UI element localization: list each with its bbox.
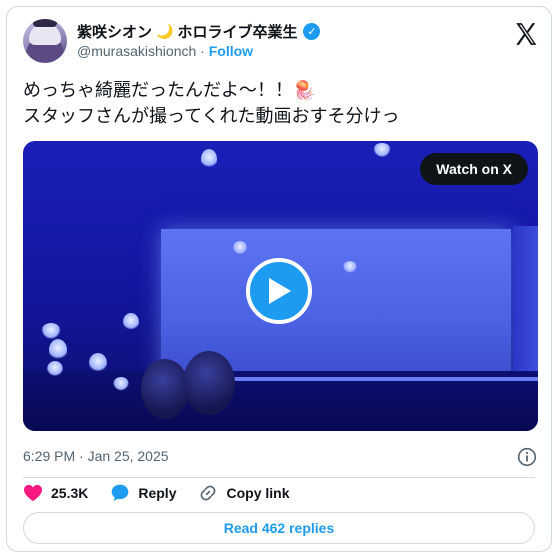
tweet-text: めっちゃ綺麗だったんだよ〜！！🪼 スタッフさんが撮ってくれた動画おすそ分けっ	[23, 77, 535, 129]
tweet-line-1-text: めっちゃ綺麗だったんだよ〜！！	[23, 80, 293, 100]
visitor-silhouette	[141, 359, 189, 419]
jellyfish-shape	[373, 143, 391, 157]
handle-separator: ·	[200, 43, 205, 59]
play-icon	[269, 278, 291, 304]
avatar-hat	[33, 19, 57, 27]
like-button[interactable]: 25.3K	[23, 484, 88, 502]
author-handle-row: @murasakishionch · Follow	[77, 43, 253, 59]
tweet-line-1: めっちゃ綺麗だったんだよ〜！！🪼	[23, 77, 535, 103]
author-handle[interactable]: @murasakishionch	[77, 43, 196, 59]
read-replies-button[interactable]: Read 462 replies	[23, 512, 535, 544]
follow-button[interactable]: Follow	[209, 43, 253, 59]
like-count: 25.3K	[51, 485, 89, 501]
jellyfish-shape	[41, 323, 61, 339]
visitor-silhouette	[183, 351, 235, 415]
action-bar: 25.3K Reply Copy link	[23, 483, 312, 503]
avatar[interactable]	[23, 19, 67, 63]
jellyfish-shape	[47, 361, 63, 377]
jellyfish-shape	[49, 339, 67, 361]
play-button[interactable]	[246, 258, 312, 324]
tweet-timestamp[interactable]: 6:29 PM · Jan 25, 2025	[23, 448, 169, 464]
x-logo-icon[interactable]	[513, 21, 539, 47]
heart-icon	[24, 484, 42, 502]
tweet-line-2: スタッフさんが撮ってくれた動画おすそ分けっ	[23, 106, 400, 126]
link-icon	[201, 485, 216, 501]
jellyfish-shape	[233, 241, 247, 255]
author-display-name[interactable]: 紫咲シオン	[77, 21, 152, 42]
jellyfish-shape	[343, 261, 357, 273]
jellyfish-shape	[89, 353, 107, 373]
info-icon[interactable]	[517, 447, 537, 467]
aquarium-frame	[513, 226, 538, 386]
jellyfish-emoji: 🪼	[293, 80, 316, 100]
watch-on-x-button[interactable]: Watch on X	[420, 153, 528, 185]
tweet-embed-card: 紫咲シオン 🌙 ホロライブ卒業生 ✓ @murasakishionch · Fo…	[6, 6, 552, 552]
jellyfish-shape	[123, 313, 139, 331]
copy-link-label: Copy link	[226, 485, 290, 501]
jellyfish-shape	[113, 377, 129, 391]
divider	[23, 477, 535, 478]
moon-emoji: 🌙	[156, 23, 174, 39]
video-player[interactable]: Watch on X	[23, 141, 538, 431]
reply-label: Reply	[138, 485, 177, 501]
verified-badge-icon: ✓	[303, 23, 321, 40]
reply-button[interactable]: Reply	[110, 483, 176, 503]
author-name-row[interactable]: 紫咲シオン 🌙 ホロライブ卒業生 ✓	[77, 21, 321, 42]
author-affiliation[interactable]: ホロライブ卒業生	[177, 21, 297, 42]
reply-bubble-icon	[112, 484, 129, 501]
jellyfish-shape	[201, 149, 217, 169]
copy-link-button[interactable]: Copy link	[198, 483, 290, 503]
